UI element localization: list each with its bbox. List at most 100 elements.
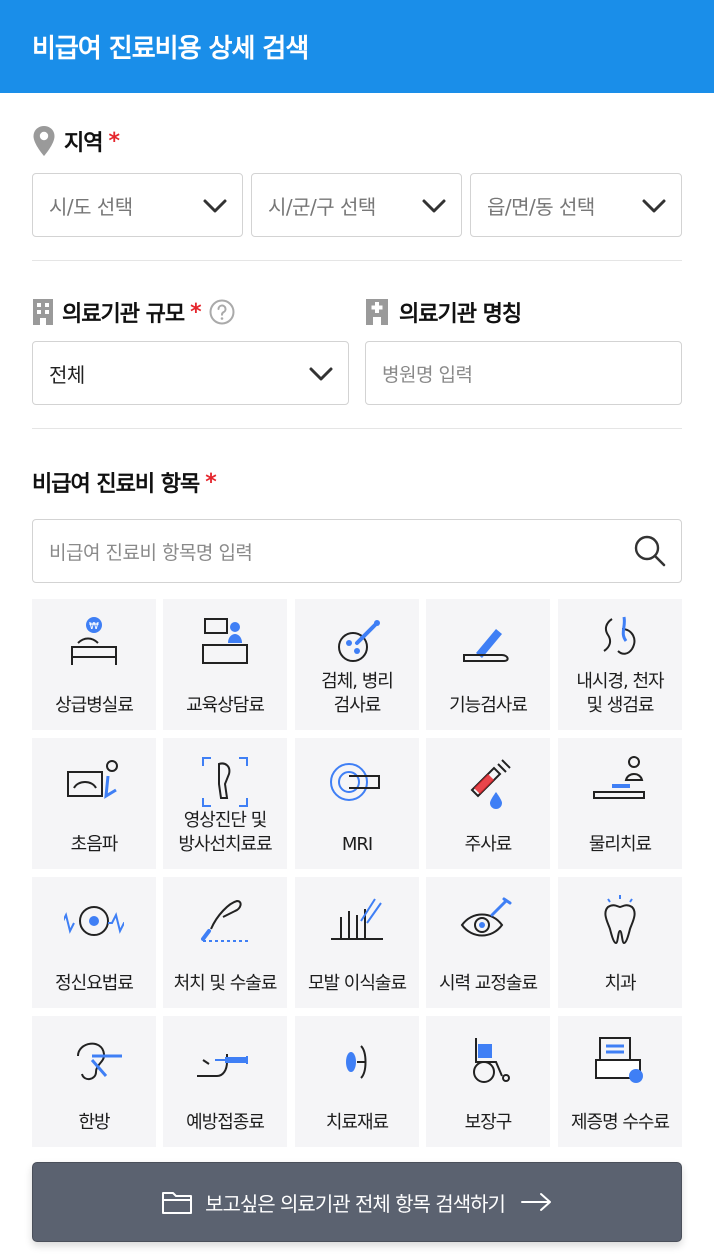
arrow-right-icon [520, 1193, 551, 1211]
tile-oriental-medicine[interactable]: 한방 [32, 1016, 156, 1147]
tile-label: 예방접종료 [186, 1112, 265, 1133]
tile-ultrasound[interactable]: 초음파 [32, 738, 156, 869]
tile-label: 검체, 병리 검사료 [321, 671, 394, 716]
tile-endoscope[interactable]: 내시경, 천자 및 생검료 [558, 599, 682, 730]
tile-upper-ward[interactable]: ₩ 상급병실료 [32, 599, 156, 730]
consultation-desk-icon [202, 618, 248, 664]
specimen-test-icon [338, 620, 380, 662]
chevron-down-icon [422, 199, 446, 213]
eye-surgery-icon [460, 897, 512, 937]
eupmyeondong-select[interactable]: 읍/면/동 선택 [470, 173, 682, 237]
tile-psychotherapy[interactable]: 정신요법료 [32, 877, 156, 1008]
building-icon [33, 299, 53, 325]
chevron-down-icon [642, 199, 666, 213]
hospital-name-placeholder: 병원명 입력 [382, 363, 473, 386]
tile-treatment-material[interactable]: 치료재료 [295, 1016, 419, 1147]
eupmyeondong-select-value: 읍/면/동 선택 [487, 194, 595, 219]
hospital-name-label-text: 의료기관 명칭 [399, 302, 522, 327]
tile-dental[interactable]: 치과 [558, 877, 682, 1008]
chevron-down-icon [203, 199, 227, 213]
tile-function-test[interactable]: 기능검사료 [426, 599, 550, 730]
hospital-name-label: 의료기관 명칭 [365, 296, 522, 328]
tile-label: 물리치료 [588, 834, 652, 855]
tile-mri[interactable]: MRI [295, 738, 419, 869]
chevron-down-icon [309, 367, 333, 381]
tile-physical-therapy[interactable]: 물리치료 [558, 738, 682, 869]
function-test-icon [463, 629, 509, 662]
tile-imaging[interactable]: 영상진단 및 방사선치료료 [163, 738, 287, 869]
tile-injection[interactable]: 주사료 [426, 738, 550, 869]
tile-certificate-fee[interactable]: 제증명 수수료 [558, 1016, 682, 1147]
required-mark: * [108, 128, 119, 154]
tile-label: 기능검사료 [449, 695, 528, 716]
syringe-icon [470, 759, 511, 809]
tile-label: 한방 [78, 1112, 110, 1133]
ultrasound-icon [67, 760, 118, 799]
hospital-building-icon [366, 299, 388, 325]
sido-select-value: 시/도 선택 [49, 194, 133, 219]
tile-surgery[interactable]: 처치 및 수술료 [163, 877, 287, 1008]
tile-label: 제증명 수수료 [570, 1112, 670, 1133]
divider [32, 428, 682, 429]
tile-label: 시력 교정술료 [438, 973, 538, 994]
tile-label: 내시경, 천자 및 생검료 [576, 671, 664, 716]
hospital-scale-value: 전체 [49, 362, 85, 387]
tile-label: 초음파 [70, 834, 119, 855]
tile-label: 주사료 [464, 834, 513, 855]
items-label: 비급여 진료비 항목 * [32, 466, 217, 498]
tile-education[interactable]: 교육상담료 [163, 599, 287, 730]
tile-specimen[interactable]: 검체, 병리 검사료 [295, 599, 419, 730]
page-header: 비급여 진료비용 상세 검색 [0, 0, 714, 93]
divider [32, 260, 682, 261]
hospital-name-input[interactable]: 병원명 입력 [365, 341, 682, 405]
xray-icon [202, 757, 248, 807]
endoscope-icon [603, 616, 636, 655]
wheelchair-icon [473, 1038, 510, 1083]
treatment-material-icon [346, 1045, 367, 1079]
tile-hair-transplant[interactable]: 모발 이식술료 [295, 877, 419, 1008]
hospital-scale-select[interactable]: 전체 [32, 341, 349, 405]
tile-label: MRI [341, 834, 373, 855]
search-all-button[interactable]: 보고싶은 의료기관 전체 항목 검색하기 [32, 1162, 682, 1242]
tile-label: 모발 이식술료 [307, 973, 407, 994]
sigungu-select[interactable]: 시/군/구 선택 [251, 173, 462, 237]
page-title: 비급여 진료비용 상세 검색 [32, 34, 309, 64]
items-label-text: 비급여 진료비 항목 [32, 472, 200, 497]
region-label-text: 지역 [64, 131, 103, 156]
hospital-bed-icon: ₩ [71, 617, 117, 665]
tooth-icon [604, 895, 636, 945]
vaccination-icon [197, 1054, 248, 1077]
required-mark: * [190, 299, 201, 325]
svg-text:₩: ₩ [89, 621, 99, 632]
tile-label: 영상진단 및 방사선치료료 [178, 810, 272, 855]
certificate-icon [595, 1037, 643, 1083]
hair-transplant-icon [331, 898, 383, 940]
tile-label: 교육상담료 [186, 695, 265, 716]
tile-label: 상급병실료 [55, 695, 134, 716]
region-label: 지역 * [32, 125, 120, 157]
item-search-input[interactable]: 비급여 진료비 항목명 입력 [32, 519, 682, 583]
tile-vision-correction[interactable]: 시력 교정술료 [426, 877, 550, 1008]
tile-label: 치과 [604, 973, 636, 994]
folder-icon [162, 1192, 193, 1214]
item-search-placeholder: 비급여 진료비 항목명 입력 [49, 541, 253, 564]
search-icon[interactable] [633, 534, 667, 568]
location-pin-icon [33, 126, 55, 156]
scalpel-hand-icon [201, 899, 249, 942]
physical-therapy-icon [593, 756, 645, 799]
mri-icon [330, 763, 380, 801]
hospital-scale-label-text: 의료기관 규모 [62, 302, 185, 327]
brain-wave-icon [64, 906, 124, 936]
tile-label: 정신요법료 [55, 973, 134, 994]
sigungu-select-value: 시/군/구 선택 [268, 194, 376, 219]
sido-select[interactable]: 시/도 선택 [32, 173, 243, 237]
tile-label: 처치 및 수술료 [173, 973, 278, 994]
acupuncture-ear-icon [77, 1042, 122, 1080]
help-circle-icon[interactable] [209, 299, 235, 325]
tile-assistive-device[interactable]: 보장구 [426, 1016, 550, 1147]
tile-label: 치료재료 [325, 1112, 389, 1133]
tile-vaccination[interactable]: 예방접종료 [163, 1016, 287, 1147]
search-all-label: 보고싶은 의료기관 전체 항목 검색하기 [205, 1191, 506, 1216]
required-mark: * [205, 469, 216, 495]
tile-label: 보장구 [464, 1112, 513, 1133]
